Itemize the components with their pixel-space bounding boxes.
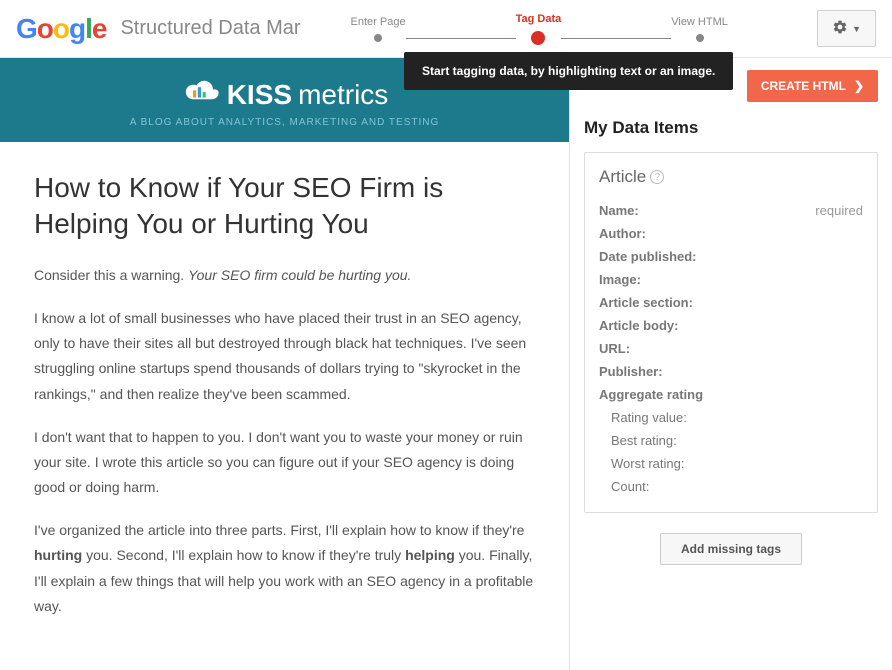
item-type-label: Article xyxy=(599,167,646,187)
sidebar-title: My Data Items xyxy=(584,118,878,138)
prop-date-published[interactable]: Date published: xyxy=(599,245,863,268)
step-connector xyxy=(561,38,671,39)
step-label: View HTML xyxy=(671,16,728,28)
app-header: Google Structured Data Mar Enter Page Ta… xyxy=(0,0,892,58)
prop-count[interactable]: Count: xyxy=(611,475,863,498)
prop-url[interactable]: URL: xyxy=(599,337,863,360)
article-paragraph[interactable]: I don't want that to happen to you. I do… xyxy=(34,425,535,501)
page-preview[interactable]: KISSmetrics A BLOG ABOUT ANALYTICS, MARK… xyxy=(0,58,569,670)
prop-best-rating[interactable]: Best rating: xyxy=(611,429,863,452)
prop-article-section[interactable]: Article section: xyxy=(599,291,863,314)
main-content: KISSmetrics A BLOG ABOUT ANALYTICS, MARK… xyxy=(0,58,892,670)
step-tag-data[interactable]: Tag Data xyxy=(516,13,562,45)
product-title: Structured Data Mar xyxy=(120,17,300,40)
step-view-html[interactable]: View HTML xyxy=(671,16,728,42)
text-bold: helping xyxy=(405,547,455,563)
chevron-right-icon: ❯ xyxy=(854,79,864,93)
prop-publisher[interactable]: Publisher: xyxy=(599,360,863,383)
prop-label: Rating value: xyxy=(611,410,687,425)
item-properties-box: Article ? Name: required Author: Date pu… xyxy=(584,152,878,513)
prop-label: Article body: xyxy=(599,318,678,333)
article-paragraph[interactable]: I've organized the article into three pa… xyxy=(34,518,535,619)
step-label: Enter Page xyxy=(351,16,406,28)
prop-label: Date published: xyxy=(599,249,697,264)
prop-image[interactable]: Image: xyxy=(599,268,863,291)
aggregate-rating-subprops: Rating value: Best rating: Worst rating:… xyxy=(611,406,863,498)
google-logo: Google xyxy=(16,13,106,45)
prop-label: Worst rating: xyxy=(611,456,684,471)
prop-name[interactable]: Name: required xyxy=(599,199,863,222)
prop-worst-rating[interactable]: Worst rating: xyxy=(611,452,863,475)
instruction-tooltip: Start tagging data, by highlighting text… xyxy=(404,52,733,90)
text-span: I've organized the article into three pa… xyxy=(34,522,524,538)
step-enter-page[interactable]: Enter Page xyxy=(351,16,406,42)
step-dot-icon xyxy=(696,34,704,42)
text-bold: hurting xyxy=(34,547,82,563)
prop-label: Aggregate rating xyxy=(599,387,703,402)
button-label: CREATE HTML xyxy=(761,79,846,93)
prop-label: Author: xyxy=(599,226,646,241)
item-type-header: Article ? xyxy=(599,167,863,187)
step-dot-icon xyxy=(531,31,545,45)
add-missing-tags-button[interactable]: Add missing tags xyxy=(660,533,802,565)
cloud-chart-icon xyxy=(181,78,221,111)
prop-aggregate-rating[interactable]: Aggregate rating xyxy=(599,383,863,406)
prop-article-body[interactable]: Article body: xyxy=(599,314,863,337)
prop-label: Article section: xyxy=(599,295,693,310)
step-dot-icon xyxy=(374,34,382,42)
logo-text-metrics: metrics xyxy=(298,79,388,111)
create-html-button[interactable]: CREATE HTML ❯ xyxy=(747,70,878,102)
prop-label: Count: xyxy=(611,479,649,494)
blog-tagline: A BLOG ABOUT ANALYTICS, MARKETING AND TE… xyxy=(0,117,569,128)
prop-label: Best rating: xyxy=(611,433,677,448)
step-label: Tag Data xyxy=(516,13,562,25)
prop-label: Image: xyxy=(599,272,641,287)
prop-rating-value[interactable]: Rating value: xyxy=(611,406,863,429)
data-items-sidebar: CREATE HTML ❯ My Data Items Article ? Na… xyxy=(569,58,892,670)
settings-button[interactable]: ▼ xyxy=(817,10,876,47)
step-connector xyxy=(406,38,516,39)
prop-label: URL: xyxy=(599,341,630,356)
progress-stepper: Enter Page Tag Data View HTML xyxy=(351,13,728,45)
prop-label: Name: xyxy=(599,203,639,218)
help-icon[interactable]: ? xyxy=(650,170,664,184)
text-span: you. Second, I'll explain how to know if… xyxy=(82,547,405,563)
article-body: How to Know if Your SEO Firm is Helping … xyxy=(0,142,569,665)
text-italic: Your SEO firm could be hurting you. xyxy=(188,267,411,283)
article-paragraph[interactable]: I know a lot of small businesses who hav… xyxy=(34,306,535,407)
prop-label: Publisher: xyxy=(599,364,663,379)
prop-author[interactable]: Author: xyxy=(599,222,863,245)
text-span: Consider this a warning. xyxy=(34,267,188,283)
article-title[interactable]: How to Know if Your SEO Firm is Helping … xyxy=(34,170,535,243)
prop-value: required xyxy=(815,203,863,218)
gear-icon xyxy=(832,19,848,38)
logo-text-kiss: KISS xyxy=(227,79,292,111)
article-paragraph[interactable]: Consider this a warning. Your SEO firm c… xyxy=(34,263,535,288)
dropdown-caret-icon: ▼ xyxy=(852,24,861,34)
